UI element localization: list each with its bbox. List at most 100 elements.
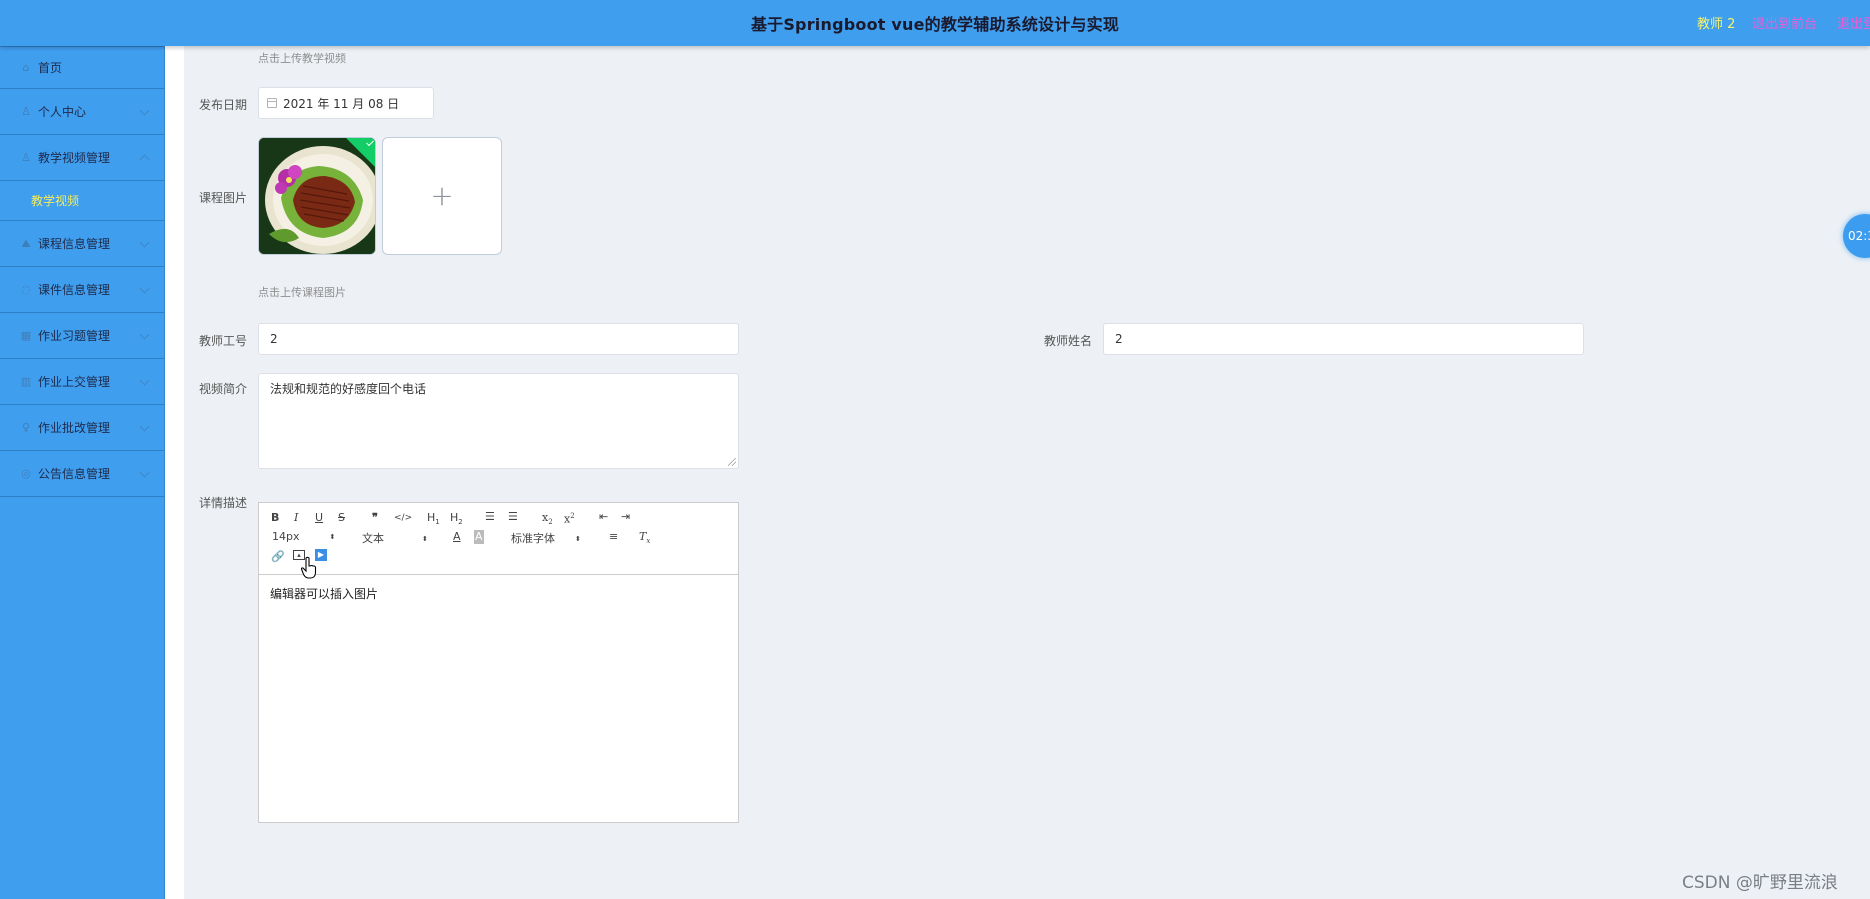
chevron-up-icon xyxy=(139,153,150,164)
exercise-icon: ▦ xyxy=(20,328,32,342)
teacher-id-input[interactable]: 2 xyxy=(258,323,739,355)
sidebar-item-courseware-management[interactable]: ◌ 课件信息管理 xyxy=(0,267,164,313)
submit-icon: ▥ xyxy=(20,374,32,388)
teacher-name-input[interactable]: 2 xyxy=(1103,323,1584,355)
sidebar-item-exercise-management[interactable]: ▦ 作业习题管理 xyxy=(0,313,164,359)
teacher-name-value: 2 xyxy=(1115,332,1123,346)
course-image-upload-hint[interactable]: 点击上传课程图片 xyxy=(258,284,346,300)
font-size-select[interactable]: 14px ⬍ xyxy=(272,530,335,543)
video-intro-value: 法规和规范的好感度回个电话 xyxy=(270,382,427,396)
subscript-icon[interactable]: x2 xyxy=(542,511,553,529)
grade-icon: ♀ xyxy=(21,420,31,434)
sidebar: ⌂ 首页 ♙ 个人中心 ♙ 教学视频管理 教学视频 ⛰ 课程信息管理 ◌ 课件信… xyxy=(0,46,165,899)
check-icon xyxy=(366,138,374,147)
align-left-icon[interactable]: ≡ xyxy=(609,530,618,544)
font-family-select[interactable]: 标准字体 ⬍ xyxy=(511,530,581,546)
sidebar-item-video-management[interactable]: ♙ 教学视频管理 xyxy=(0,135,164,181)
chevron-down-icon xyxy=(139,237,150,248)
font-family-value: 标准字体 xyxy=(511,532,555,545)
underline-icon[interactable]: U xyxy=(315,511,323,525)
sidebar-subitem-label: 教学视频 xyxy=(31,194,80,208)
user-icon: ♙ xyxy=(21,104,31,118)
link-icon[interactable]: 🔗 xyxy=(271,550,285,564)
detail-label: 详情描述 xyxy=(199,496,248,510)
course-image-label: 课程图片 xyxy=(199,191,248,205)
page-title: 基于Springboot vue的教学辅助系统设计与实现 xyxy=(750,15,1120,34)
clear-format-icon[interactable]: Tx xyxy=(639,530,650,548)
select-arrow-icon: ⬍ xyxy=(422,535,428,543)
select-arrow-icon: ⬍ xyxy=(575,535,581,543)
top-header: 基于Springboot vue的教学辅助系统设计与实现 教师 2 退出到前台 … xyxy=(0,0,1870,46)
plus-icon: + xyxy=(430,179,454,212)
editor-toolbar: B I U S ❞ </> H1 H2 ☰ ☰ x2 x2 ⇤ ⇥ 14px ⬍ … xyxy=(259,503,738,575)
chevron-down-icon xyxy=(139,467,150,478)
watermark: CSDN @旷野里流浪 xyxy=(1682,873,1838,893)
editor-content-text: 编辑器可以插入图片 xyxy=(270,587,379,601)
sidebar-item-notice-management[interactable]: ◎ 公告信息管理 xyxy=(0,451,164,497)
sidebar-item-label: 课程信息管理 xyxy=(38,237,111,251)
heading-select[interactable]: 文本 ⬍ xyxy=(362,530,428,546)
sidebar-item-label: 作业上交管理 xyxy=(38,375,111,389)
notice-icon: ◎ xyxy=(21,466,31,480)
timer-value: 02:3 xyxy=(1848,229,1870,243)
rich-text-editor: B I U S ❞ </> H1 H2 ☰ ☰ x2 x2 ⇤ ⇥ 14px ⬍ … xyxy=(258,502,739,823)
resize-handle-icon[interactable] xyxy=(728,458,736,466)
teacher-id-value: 2 xyxy=(270,332,278,346)
sidebar-item-label: 教学视频管理 xyxy=(38,151,111,165)
publish-date-label: 发布日期 xyxy=(199,98,248,112)
course-icon: ⛰ xyxy=(21,236,31,250)
courseware-icon: ◌ xyxy=(21,282,31,296)
heading-2-icon[interactable]: H2 xyxy=(450,511,463,529)
bold-icon[interactable]: B xyxy=(271,511,279,525)
code-icon[interactable]: </> xyxy=(394,511,412,525)
sidebar-item-label: 课件信息管理 xyxy=(38,283,111,297)
image-upload-button[interactable]: + xyxy=(382,137,502,255)
bullet-list-icon[interactable]: ☰ xyxy=(508,510,518,524)
chevron-down-icon xyxy=(139,329,150,340)
font-color-icon[interactable]: A xyxy=(453,530,461,544)
back-to-front-link[interactable]: 退出到前台 xyxy=(1752,13,1817,32)
current-user: 教师 2 xyxy=(1697,17,1736,32)
chevron-down-icon xyxy=(139,375,150,386)
video-intro-label: 视频简介 xyxy=(199,382,248,396)
course-image-thumbnail[interactable] xyxy=(258,137,376,255)
sidebar-item-course-management[interactable]: ⛰ 课程信息管理 xyxy=(0,221,164,267)
sidebar-item-grading-management[interactable]: ♀ 作业批改管理 xyxy=(0,405,164,451)
sidebar-item-submission-management[interactable]: ▥ 作业上交管理 xyxy=(0,359,164,405)
outdent-icon[interactable]: ⇤ xyxy=(599,510,608,524)
food-image xyxy=(259,138,375,254)
italic-icon[interactable]: I xyxy=(294,511,298,525)
publish-date-picker[interactable]: 2021 年 11 月 08 日 xyxy=(258,87,434,119)
chevron-down-icon xyxy=(139,105,150,116)
publish-date-value: 2021 年 11 月 08 日 xyxy=(283,96,400,111)
teacher-name-label: 教师姓名 xyxy=(1044,334,1093,348)
select-arrow-icon: ⬍ xyxy=(329,533,336,541)
floating-timer[interactable]: 02:3 xyxy=(1843,214,1870,258)
home-icon: ⌂ xyxy=(22,60,30,74)
sidebar-item-label: 作业批改管理 xyxy=(38,421,111,435)
sidebar-item-profile[interactable]: ♙ 个人中心 xyxy=(0,89,164,135)
teacher-id-label: 教师工号 xyxy=(199,334,248,348)
video-intro-textarea[interactable]: 法规和规范的好感度回个电话 xyxy=(258,373,739,469)
sidebar-item-label: 个人中心 xyxy=(38,105,87,119)
blockquote-icon[interactable]: ❞ xyxy=(372,511,378,525)
hand-cursor-icon xyxy=(300,556,317,579)
sidebar-item-home[interactable]: ⌂ 首页 xyxy=(0,46,164,89)
logout-link[interactable]: 退出登录 xyxy=(1837,13,1870,32)
chevron-down-icon xyxy=(139,283,150,294)
indent-icon[interactable]: ⇥ xyxy=(621,510,630,524)
editor-content[interactable]: 编辑器可以插入图片 xyxy=(259,575,738,612)
content-gutter xyxy=(165,46,184,899)
font-size-value: 14px xyxy=(272,530,300,543)
strikethrough-icon[interactable]: S xyxy=(338,511,345,525)
heading-value: 文本 xyxy=(362,532,384,545)
ordered-list-icon[interactable]: ☰ xyxy=(485,510,495,524)
superscript-icon[interactable]: x2 xyxy=(564,509,575,527)
video-upload-hint[interactable]: 点击上传教学视频 xyxy=(258,50,346,66)
sidebar-subitem-teaching-video[interactable]: 教学视频 xyxy=(0,181,164,221)
sidebar-item-label: 作业习题管理 xyxy=(38,329,111,343)
sidebar-item-label: 公告信息管理 xyxy=(38,467,111,481)
calendar-icon xyxy=(267,98,277,108)
heading-1-icon[interactable]: H1 xyxy=(427,511,440,529)
background-color-icon[interactable]: A xyxy=(474,530,484,544)
